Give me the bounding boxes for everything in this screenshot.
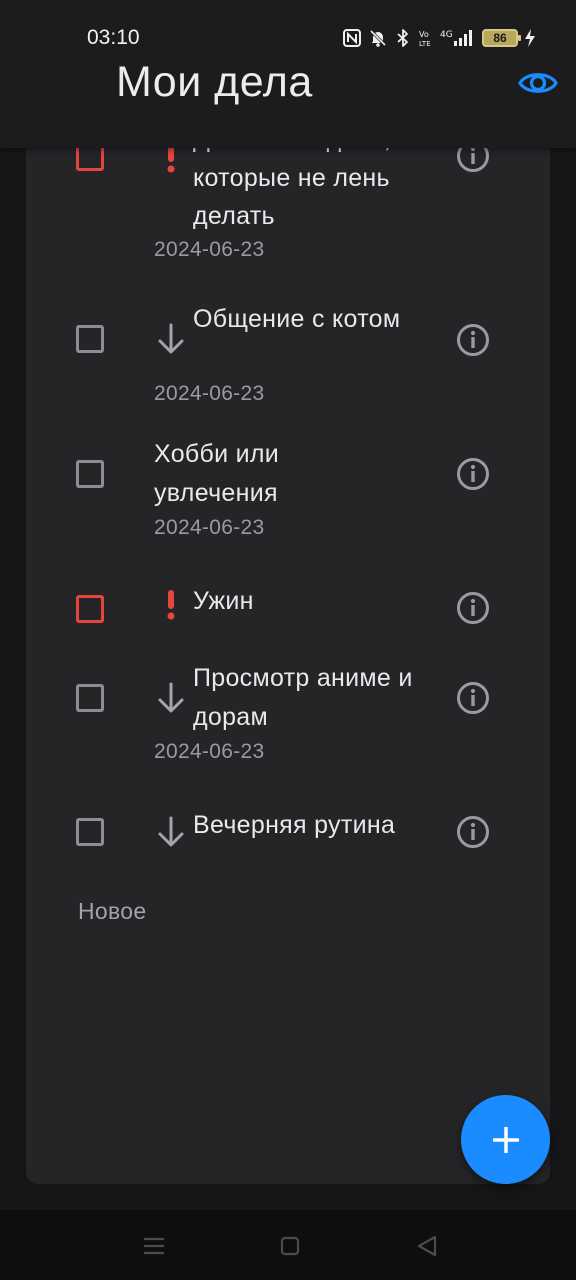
task-row[interactable]: Хобби или увлечения 2024-06-23 (26, 433, 550, 543)
low-priority-icon (156, 678, 186, 718)
eye-icon[interactable] (518, 66, 558, 100)
task-checkbox[interactable] (76, 325, 104, 353)
add-task-button[interactable] (461, 1095, 550, 1184)
info-icon[interactable] (456, 457, 490, 491)
task-checkbox[interactable] (76, 818, 104, 846)
task-list-card: Домашние дела, которые не лень делать 20… (26, 120, 550, 1184)
bluetooth-icon (397, 29, 408, 47)
task-title: Хобби или увлечения (154, 440, 280, 507)
status-time: 03:10 (87, 26, 140, 49)
status-icons: Vo LTE 4G 86 (342, 26, 536, 50)
bell-off-icon (369, 29, 387, 47)
task-row[interactable]: Вечерняя рутина (26, 794, 550, 874)
task-row[interactable]: Ужин (26, 566, 550, 646)
high-priority-icon (156, 585, 186, 625)
task-date: 2024-06-23 (154, 382, 265, 405)
menu-icon[interactable] (140, 1232, 168, 1260)
low-priority-icon (156, 812, 186, 852)
battery-level: 86 (493, 31, 507, 45)
back-icon[interactable] (413, 1232, 441, 1260)
info-icon[interactable] (456, 815, 490, 849)
volte-icon: VoLTE (419, 30, 431, 48)
task-date: 2024-06-23 (154, 740, 265, 763)
app-bar: 03:10 Vo LTE 4G 86 Мои дела (0, 0, 576, 148)
task-title: Просмотр аниме и дорам (193, 664, 413, 731)
plus-icon (492, 1126, 519, 1153)
page-title: Мои дела (116, 58, 313, 106)
task-title: Ужин (193, 587, 254, 615)
battery-icon: 86 (482, 29, 521, 47)
svg-text:4G: 4G (440, 30, 453, 40)
svg-text:Vo: Vo (419, 30, 429, 39)
signal-4g-icon: 4G (440, 30, 472, 46)
task-row[interactable]: Общение с котом 2024-06-23 (26, 298, 550, 408)
nfc-icon (343, 29, 361, 47)
task-row[interactable]: Просмотр аниме и дорам 2024-06-23 (26, 660, 550, 770)
svg-text:LTE: LTE (419, 40, 431, 48)
task-checkbox[interactable] (76, 460, 104, 488)
info-icon[interactable] (456, 591, 490, 625)
task-date: 2024-06-23 (154, 516, 265, 539)
task-checkbox[interactable] (76, 684, 104, 712)
home-icon[interactable] (276, 1232, 304, 1260)
info-icon[interactable] (456, 323, 490, 357)
task-checkbox[interactable] (76, 595, 104, 623)
task-title: Общение с котом (193, 305, 401, 333)
system-nav-bar (0, 1210, 576, 1280)
new-item-button[interactable]: Новое (78, 898, 146, 925)
low-priority-icon (156, 319, 186, 359)
task-title: Вечерняя рутина (193, 811, 396, 839)
screen: Домашние дела, которые не лень делать 20… (0, 0, 576, 1280)
task-date: 2024-06-23 (154, 238, 265, 261)
charging-icon (525, 29, 535, 47)
info-icon[interactable] (456, 681, 490, 715)
